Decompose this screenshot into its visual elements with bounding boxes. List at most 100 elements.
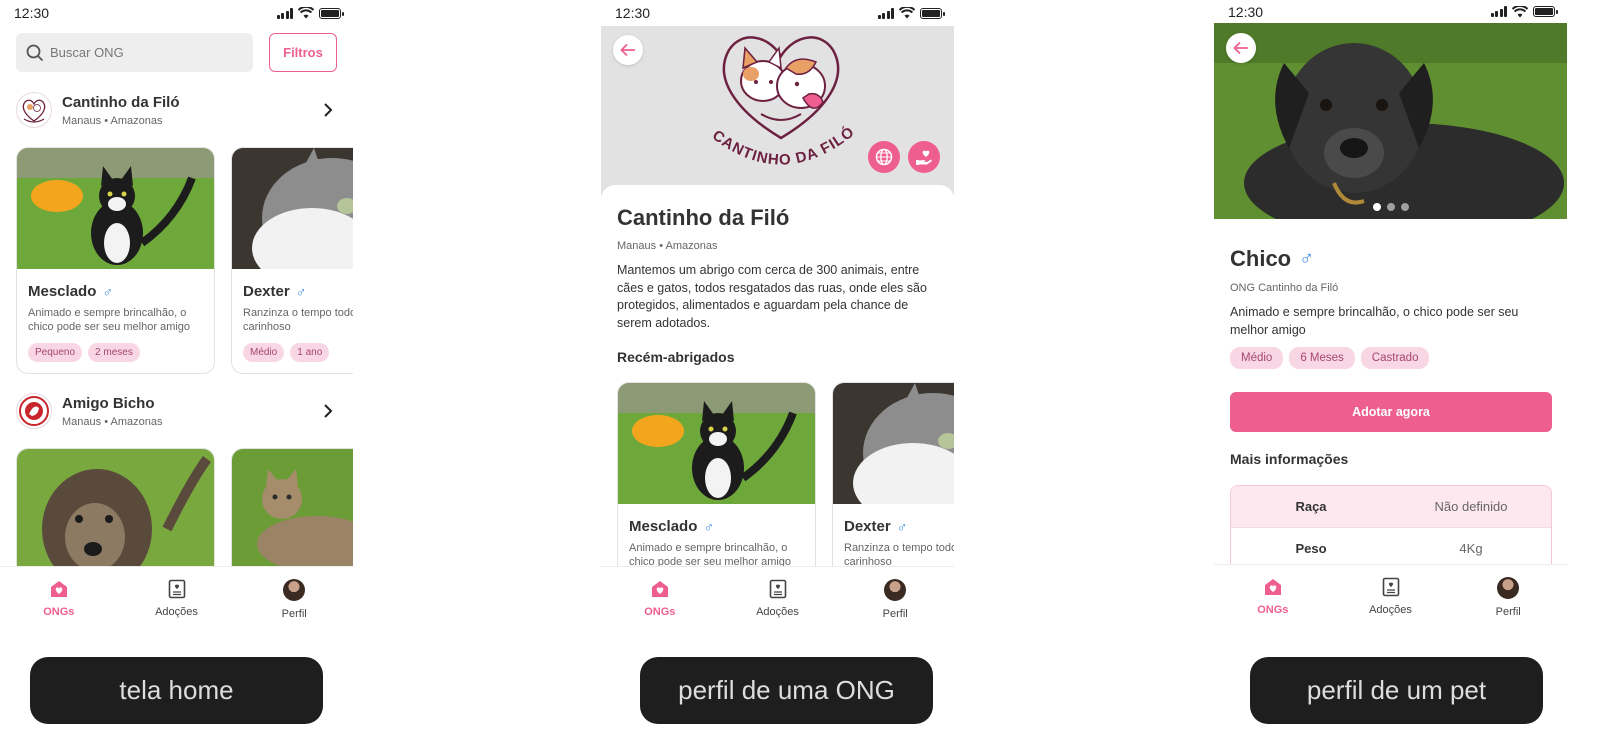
- carousel-indicator[interactable]: [1214, 203, 1567, 211]
- document-heart-icon: [769, 579, 786, 599]
- pet-description: Animado e sempre brincalhão, o chico pode…: [28, 307, 191, 333]
- nav-adocoes[interactable]: Adoções: [118, 567, 236, 632]
- nav-ongs[interactable]: ONGs: [0, 567, 118, 632]
- pet-description: Ranzinza o tempo todo carinhoso: [243, 307, 353, 333]
- pet-description: Animado e sempre brincalhão, o chico pod…: [1230, 305, 1519, 337]
- ong-profile-screen: 12:30 CANTINHO DA FILÓ Cantinho da Filó …: [601, 0, 954, 632]
- tag-neutered: Castrado: [1360, 347, 1430, 369]
- wifi-icon: [298, 7, 314, 19]
- pet-photo-carousel[interactable]: [1214, 23, 1567, 219]
- caption-home: tela home: [30, 657, 323, 724]
- home-heart-icon: [50, 581, 67, 597]
- pet-description: Ranzinza o tempo todo carinhoso: [844, 542, 954, 568]
- home-screen: 12:30 Filtros Cantinho da Filó Manaus • …: [0, 0, 353, 632]
- search-input[interactable]: [50, 45, 230, 60]
- status-time: 12:30: [615, 5, 651, 21]
- wifi-icon: [1512, 5, 1528, 17]
- ong-logo-amigo-bicho: [16, 393, 52, 429]
- filters-button[interactable]: Filtros: [269, 33, 337, 72]
- ong-location: Manaus • Amazonas: [617, 240, 718, 252]
- home-heart-icon: [1264, 579, 1281, 595]
- caption-ong: perfil de uma ONG: [640, 657, 933, 724]
- status-bar: 12:30: [0, 0, 353, 26]
- svg-text:CANTINHO DA FILÓ: CANTINHO DA FILÓ: [709, 122, 858, 168]
- pet-card-dexter[interactable]: Dexter ♂ Ranzinza o tempo todo carinhoso: [832, 382, 954, 582]
- chevron-right-icon[interactable]: [318, 401, 338, 421]
- pet-ong-name: ONG Cantinho da Filó: [1230, 282, 1339, 294]
- status-time: 12:30: [1228, 3, 1264, 20]
- pet-card-mesclado[interactable]: Mesclado ♂ Animado e sempre brincalhão, o…: [617, 382, 816, 582]
- pet-profile-screen: 12:30 Chico ♂ ONG Cantinho da Filó Anima…: [1214, 0, 1567, 632]
- nav-ongs[interactable]: ONGs: [1214, 565, 1332, 630]
- tag-age: 6 Meses: [1289, 347, 1355, 369]
- bottom-nav: ONGs Adoções Perfil: [601, 566, 954, 632]
- nav-perfil[interactable]: Perfil: [836, 567, 954, 632]
- male-icon: ♂: [102, 283, 113, 300]
- search-bar[interactable]: [16, 33, 253, 72]
- pet-name: Dexter: [243, 283, 290, 300]
- section-title-recent: Recém-abrigados: [617, 349, 735, 365]
- home-heart-icon: [651, 581, 668, 597]
- ong-header: CANTINHO DA FILÓ: [601, 26, 954, 196]
- pet-photo-dexter: [232, 148, 353, 269]
- avatar: [1497, 577, 1520, 599]
- status-bar: 12:30: [1214, 0, 1567, 23]
- pet-name: Mesclado: [28, 283, 97, 300]
- ong-description: Mantemos um abrigo com cerca de 300 anim…: [617, 263, 927, 330]
- pet-name: Dexter: [844, 518, 891, 535]
- arrow-left-icon: [620, 43, 635, 57]
- ong-name: Cantinho da Filó: [62, 93, 180, 111]
- nav-ongs[interactable]: ONGs: [601, 567, 719, 632]
- pet-photo-dexter: [833, 383, 954, 504]
- nav-adocoes[interactable]: Adoções: [719, 567, 837, 632]
- status-bar: 12:30: [601, 0, 954, 26]
- avatar: [884, 579, 907, 601]
- hand-heart-icon: [916, 150, 932, 165]
- nav-perfil[interactable]: Perfil: [1449, 565, 1567, 630]
- battery-icon: [319, 7, 344, 19]
- back-button[interactable]: [1226, 33, 1256, 63]
- status-time: 12:30: [14, 5, 50, 21]
- pet-card-mesclado[interactable]: Mesclado ♂ Animado e sempre brincalhão, o…: [16, 147, 215, 374]
- ong-location: Manaus • Amazonas: [62, 415, 163, 428]
- signal-icon: [877, 7, 894, 19]
- tag-age: 1 ano: [290, 343, 330, 362]
- pet-description: Animado e sempre brincalhão, o chico pode…: [629, 542, 792, 568]
- pet-photo-mesclado: [17, 148, 214, 269]
- ong-name: Amigo Bicho: [62, 394, 155, 412]
- globe-icon: [875, 148, 893, 166]
- ong-row-amigo-bicho[interactable]: Amigo Bicho Manaus • Amazonas: [16, 391, 338, 431]
- male-icon: ♂: [295, 283, 307, 300]
- pet-info-table: Raça Não definido Peso 4Kg: [1230, 485, 1552, 571]
- pet-photo-mesclado: [618, 383, 815, 504]
- male-icon: ♂: [703, 518, 714, 535]
- more-info-title: Mais informações: [1230, 451, 1349, 467]
- ong-info-sheet: Cantinho da Filó Manaus • Amazonas Mante…: [601, 185, 954, 582]
- back-button[interactable]: [613, 35, 643, 65]
- chevron-right-icon[interactable]: [318, 100, 338, 120]
- pet-card-dexter[interactable]: Dexter ♂ Ranzinza o tempo todo carinhoso M…: [231, 147, 353, 374]
- ong-logo-text: CANTINHO DA FILÓ: [709, 122, 858, 168]
- tag-size: Médio: [1230, 347, 1284, 369]
- tag-size: Pequeno: [28, 343, 83, 362]
- nav-adocoes[interactable]: Adoções: [1332, 565, 1450, 630]
- wifi-icon: [899, 7, 915, 19]
- avatar: [283, 579, 306, 601]
- nav-perfil[interactable]: Perfil: [235, 567, 353, 632]
- ong-logo-cantinho: [16, 92, 52, 128]
- ong-row-cantinho[interactable]: Cantinho da Filó Manaus • Amazonas: [16, 90, 338, 130]
- tag-age: 2 meses: [88, 343, 140, 362]
- website-button[interactable]: [868, 141, 900, 173]
- caption-pet: perfil de um pet: [1250, 657, 1543, 724]
- bottom-nav: ONGs Adoções Perfil: [1214, 564, 1567, 630]
- bottom-nav: ONGs Adoções Perfil: [0, 566, 353, 632]
- pet-name: Mesclado: [629, 518, 698, 535]
- donate-button[interactable]: [908, 141, 940, 173]
- ong-location: Manaus • Amazonas: [62, 114, 163, 127]
- battery-icon: [1533, 6, 1558, 17]
- signal-icon: [1490, 6, 1507, 17]
- document-heart-icon: [168, 579, 185, 599]
- adopt-button[interactable]: Adotar agora: [1230, 392, 1552, 432]
- tag-size: Médio: [243, 343, 285, 362]
- pet-tags: Médio 6 Meses Castrado: [1230, 347, 1430, 369]
